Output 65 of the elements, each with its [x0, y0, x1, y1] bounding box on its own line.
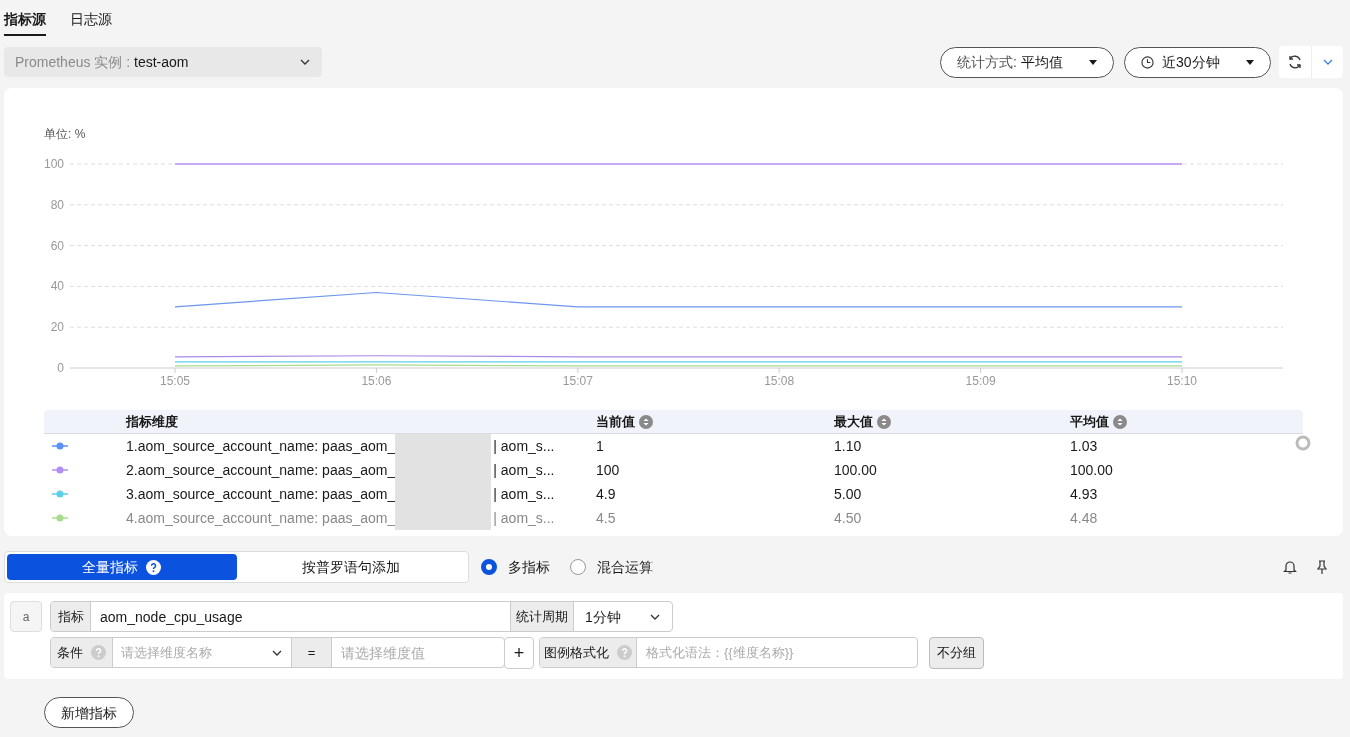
table-cell-text: 4.5 [596, 509, 617, 528]
table-cell-text: 4.50 [834, 509, 863, 528]
y-tick-label: 40 [50, 279, 64, 294]
y-tick-label: 20 [50, 320, 64, 335]
table-cell-text: 5.00 [834, 485, 863, 504]
caret-down-icon [1089, 59, 1097, 65]
unit-label: 单位: % [44, 127, 86, 141]
table-cell-text: 4.93 [1070, 485, 1098, 504]
pin-icon[interactable] [1314, 559, 1330, 575]
source-tab[interactable]: 日志源 [70, 9, 112, 36]
x-tick-label: 15:10 [1167, 374, 1197, 388]
y-tick-label: 80 [50, 197, 64, 212]
bell-icon[interactable] [1282, 559, 1298, 575]
radio-button[interactable] [481, 559, 497, 575]
y-tick-label: 100 [43, 157, 64, 171]
x-tick-label: 15:07 [562, 374, 593, 388]
table-cell-text: 100 [596, 461, 621, 480]
column-header: 指标维度 [126, 412, 179, 431]
x-tick-label: 15:05 [160, 374, 190, 388]
dimension-text: 2.aom_source_account_name: paas_aom_ [126, 461, 396, 480]
column-header: 最大值 [834, 412, 873, 431]
dimension-text: | aom_s... [492, 461, 555, 480]
chevron-down-icon [1321, 58, 1334, 66]
radio-button[interactable] [570, 559, 586, 575]
mode-tab[interactable]: 按普罗语句添加 [236, 554, 466, 580]
y-tick-label: 0 [57, 361, 64, 375]
table-cell-text: 1 [596, 437, 605, 456]
time-range-select[interactable]: 近30分钟 [1124, 46, 1271, 78]
table-cell-text: 1.10 [834, 437, 863, 456]
source-tab[interactable]: 指标源 [4, 9, 46, 36]
add-condition-button[interactable]: + [504, 636, 534, 669]
radio-label: 混合运算 [597, 558, 653, 577]
x-tick-label: 15:06 [361, 374, 392, 388]
clock-icon [1141, 55, 1154, 69]
instance-select[interactable]: Prometheus 实例 : test-aom [4, 47, 322, 77]
stat-method-select[interactable]: 统计方式: 平均值 [940, 46, 1114, 78]
group-button[interactable]: 不分组 [929, 636, 984, 669]
dimension-text: 3.aom_source_account_name: paas_aom_ [126, 485, 396, 504]
y-tick-label: 60 [50, 238, 64, 253]
table-cell-text: 100.00 [834, 461, 878, 480]
x-tick-label: 15:09 [965, 374, 996, 388]
dimension-text: | aom_s... [492, 485, 555, 504]
sort-icon[interactable] [877, 414, 891, 429]
refresh-button[interactable] [1279, 46, 1311, 78]
chevron-down-icon [299, 58, 311, 66]
query-letter: a [10, 601, 42, 632]
table-cell-text: 4.9 [596, 485, 617, 504]
add-metric-button[interactable]: 新增指标 [44, 697, 134, 728]
ring-icon [1295, 435, 1311, 451]
mode-tab[interactable]: 全量指标 [7, 554, 237, 580]
table-cell-text: 100.00 [1070, 461, 1113, 480]
column-header: 当前值 [596, 412, 635, 431]
dimension-text: | aom_s... [492, 437, 555, 456]
radio-label: 多指标 [508, 558, 550, 577]
dimension-text: 4.aom_source_account_name: paas_aom_ [126, 509, 396, 528]
table-cell-text: 4.48 [1070, 509, 1098, 528]
column-header: 平均值 [1070, 412, 1109, 431]
table-cell-text: 1.03 [1070, 437, 1098, 456]
dimension-text: | aom_s... [492, 509, 555, 528]
refresh-icon [1287, 54, 1303, 70]
sort-icon[interactable] [1113, 414, 1127, 429]
sort-icon[interactable] [639, 414, 653, 429]
x-tick-label: 15:08 [764, 374, 795, 388]
caret-down-icon [1246, 59, 1254, 65]
dimension-text: 1.aom_source_account_name: paas_aom_ [126, 437, 396, 456]
